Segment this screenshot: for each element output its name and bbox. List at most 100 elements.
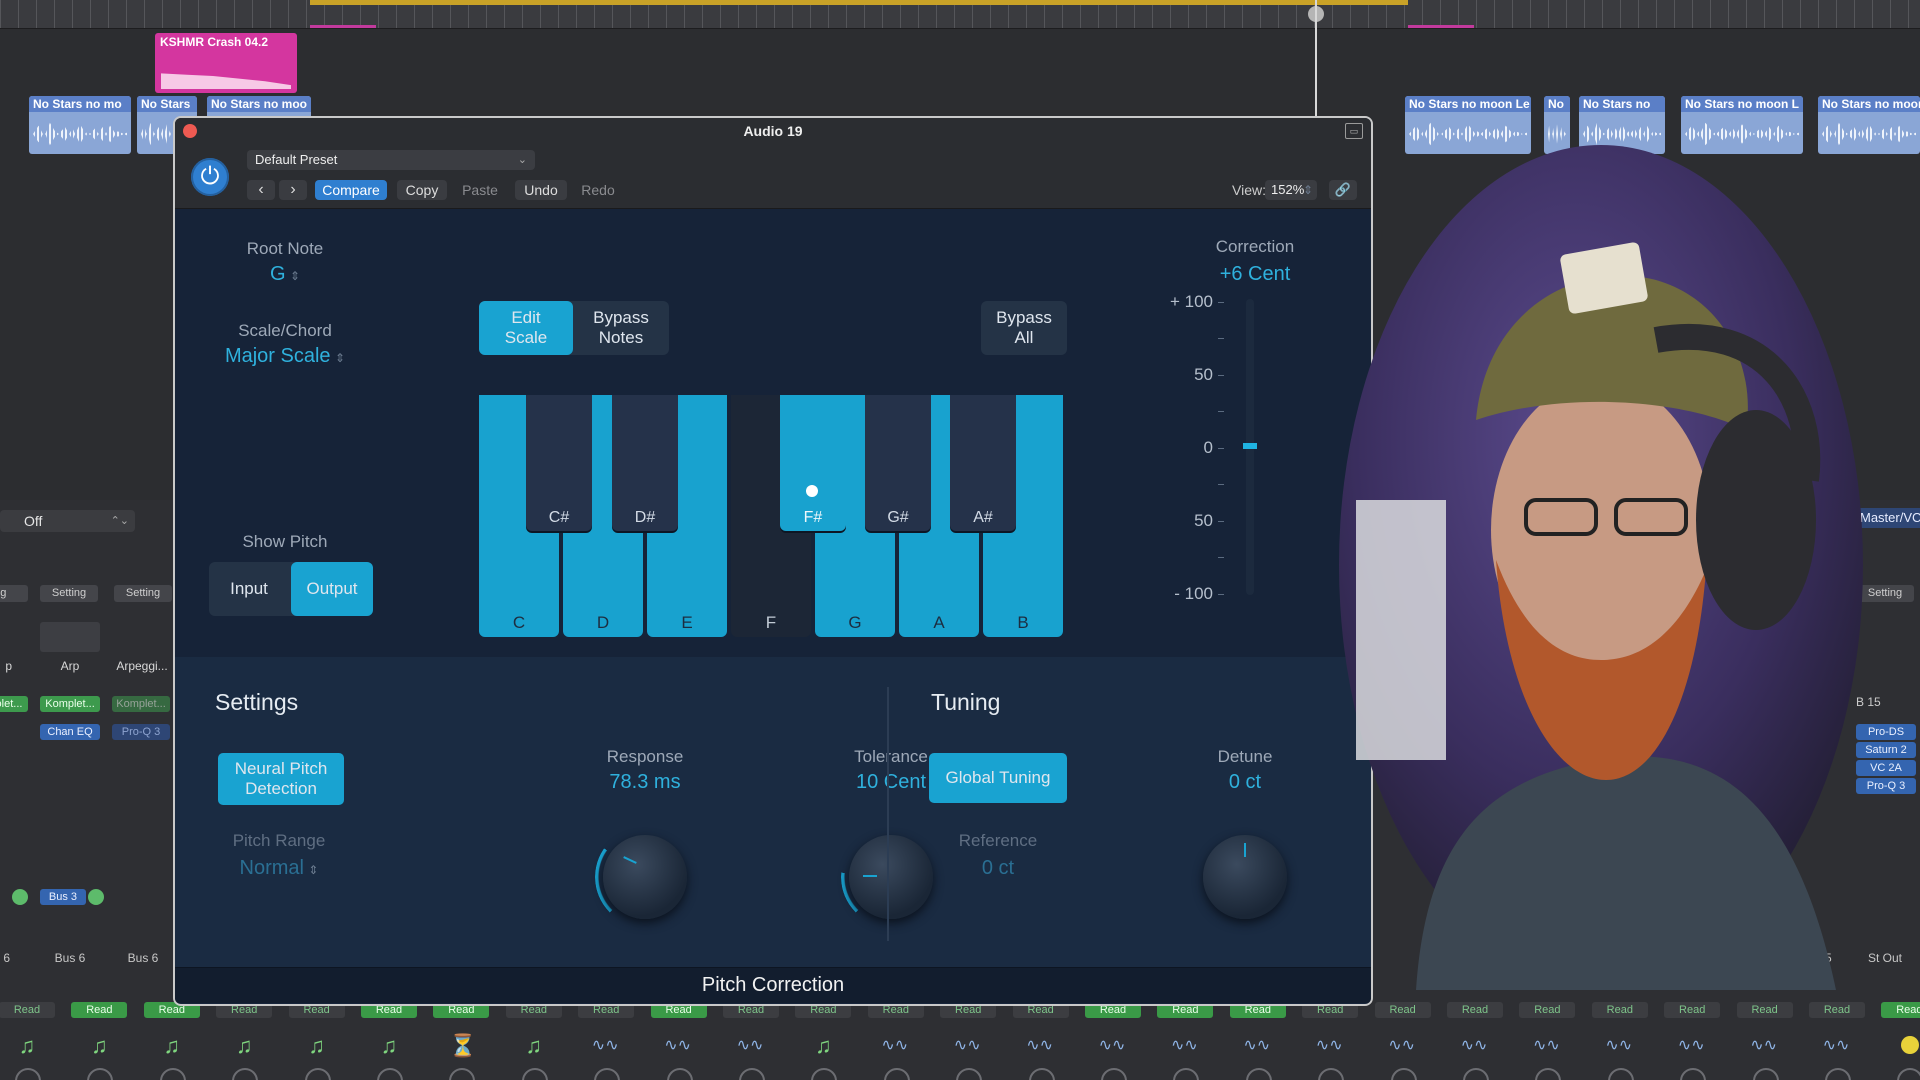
automation-mode-button[interactable]: Read (1374, 1002, 1431, 1018)
pan-knob[interactable] (1825, 1068, 1851, 1080)
tolerance-knob[interactable] (849, 835, 933, 919)
undo-button[interactable]: Undo (515, 180, 567, 200)
preset-select[interactable]: Default Preset ⌄ (247, 150, 535, 170)
send-level-knob[interactable] (88, 889, 104, 905)
plugin-slot[interactable]: Chan EQ (40, 724, 100, 740)
automation-mode-label: Read (1606, 1004, 1633, 1016)
webcam-overlay (1339, 145, 1863, 990)
pan-knob[interactable] (87, 1068, 114, 1080)
expand-icon[interactable]: ▭ (1345, 123, 1363, 139)
reference-value: 0 ct (981, 857, 1015, 879)
automation-mode-button[interactable]: Read (71, 1002, 128, 1018)
mode-select[interactable]: Off ⌃⌄ (0, 510, 135, 532)
pan-knob[interactable] (739, 1068, 765, 1080)
pan-knob[interactable] (1535, 1068, 1562, 1080)
automation-mode-button[interactable]: Read (1591, 1002, 1648, 1018)
plugin-slot[interactable]: Komplet... (112, 696, 170, 712)
channel-setting-button[interactable]: Setting (40, 585, 98, 602)
root-note-label: Root Note (246, 239, 324, 258)
pan-knob[interactable] (377, 1068, 403, 1080)
paste-button[interactable]: Paste (455, 180, 505, 200)
pan-knob[interactable] (1028, 1068, 1055, 1080)
neural-pitch-button[interactable]: Neural Pitch Detection (218, 753, 344, 805)
power-icon[interactable]: ⏻ (191, 158, 229, 196)
prev-preset-button[interactable]: ‹ (247, 180, 275, 200)
region-name: No (1544, 96, 1570, 112)
pitch-range-select[interactable]: Normal ⇕ (209, 857, 349, 880)
show-pitch-output-button[interactable]: Output (291, 562, 373, 616)
meter-tick (1218, 448, 1224, 449)
automation-mode-button[interactable]: Read (1447, 1002, 1503, 1018)
plugin-slot[interactable]: Komplet... (40, 696, 100, 712)
pan-knob[interactable] (159, 1068, 186, 1080)
piano-key-d-sharp[interactable]: D# (612, 395, 678, 531)
pan-knob[interactable] (1245, 1068, 1272, 1080)
audio-region[interactable]: No Stars no mo (29, 96, 131, 154)
piano-key-a-sharp[interactable]: A# (950, 395, 1016, 531)
pan-knob[interactable] (15, 1068, 41, 1080)
master-icon (1901, 1036, 1920, 1054)
piano-key-f-sharp[interactable]: F# (780, 395, 846, 531)
channel-setting-button[interactable]: ing (0, 585, 28, 602)
key-label: E (681, 613, 693, 632)
plugin-name: olet... (0, 698, 23, 710)
eq-thumbnail[interactable] (40, 622, 100, 652)
key-label: G (848, 613, 862, 632)
plugin-slot[interactable]: Pro-Q 3 (112, 724, 170, 740)
show-pitch-input-button[interactable]: Input (209, 562, 289, 616)
output-label[interactable]: Bus 6 (113, 951, 173, 965)
pan-knob[interactable] (1173, 1068, 1200, 1080)
redo-button[interactable]: Redo (575, 180, 621, 200)
pan-knob[interactable] (304, 1068, 331, 1080)
output-label[interactable]: Bus 6 (40, 951, 100, 965)
automation-mode-button[interactable]: Read (1881, 1002, 1920, 1018)
pan-knob[interactable] (1897, 1068, 1920, 1080)
pan-knob[interactable] (1463, 1068, 1489, 1080)
global-tuning-button[interactable]: Global Tuning (929, 753, 1067, 803)
pan-knob[interactable] (1680, 1068, 1707, 1080)
view-label: View: (1232, 182, 1266, 198)
pan-knob[interactable] (594, 1068, 621, 1080)
pan-knob[interactable] (1752, 1068, 1779, 1080)
root-note-select[interactable]: G ⇕ (215, 263, 355, 286)
pan-knob[interactable] (449, 1068, 476, 1080)
automation-mode-button[interactable]: Read (1736, 1002, 1793, 1018)
piano-key-c-sharp[interactable]: C# (526, 395, 592, 531)
pan-knob[interactable] (521, 1068, 548, 1080)
pan-knob[interactable] (811, 1068, 838, 1080)
copy-button[interactable]: Copy (397, 180, 447, 200)
pan-knob[interactable] (883, 1068, 910, 1080)
channel-setting-button[interactable]: Setting (114, 585, 172, 602)
automation-mode-button[interactable]: Read (0, 1002, 55, 1018)
plugin-slot[interactable]: olet... (0, 696, 28, 712)
pan-knob[interactable] (232, 1068, 259, 1080)
scale-select[interactable]: Major Scale ⇕ (195, 345, 375, 368)
response-knob[interactable] (603, 835, 687, 919)
pan-knob[interactable] (1607, 1068, 1634, 1080)
bypass-notes-button[interactable]: Bypass Notes (573, 301, 669, 355)
pan-knob[interactable] (1318, 1068, 1345, 1080)
pan-knob[interactable] (666, 1068, 693, 1080)
next-preset-button[interactable]: › (279, 180, 307, 200)
piano-key-g-sharp[interactable]: G# (865, 395, 931, 531)
automation-mode-button[interactable]: Read (1519, 1002, 1576, 1018)
automation-mode-button[interactable]: Read (1809, 1002, 1865, 1018)
view-zoom-select[interactable]: 152% ⇕ (1265, 180, 1317, 200)
output-label[interactable]: s 6 (0, 951, 32, 965)
edit-scale-button[interactable]: Edit Scale (479, 301, 573, 355)
detune-knob[interactable] (1203, 835, 1287, 919)
cycle-range[interactable] (310, 0, 1408, 5)
send-level-knob[interactable] (12, 889, 28, 905)
marker (310, 25, 376, 28)
send-slot[interactable]: Bus 3 (40, 889, 86, 905)
pan-knob[interactable] (1101, 1068, 1127, 1080)
bypass-all-button[interactable]: Bypass All (981, 301, 1067, 355)
automation-mode-button[interactable]: Read (1664, 1002, 1721, 1018)
pan-knob[interactable] (956, 1068, 983, 1080)
title-bar[interactable]: Audio 19 ▭ (175, 118, 1371, 144)
meter-tick-label: 50 (1194, 511, 1213, 530)
compare-button[interactable]: Compare (315, 180, 387, 200)
audio-region[interactable]: KSHMR Crash 04.2 (155, 33, 297, 93)
region-name: No Stars no mo (29, 96, 131, 112)
pan-knob[interactable] (1390, 1068, 1417, 1080)
